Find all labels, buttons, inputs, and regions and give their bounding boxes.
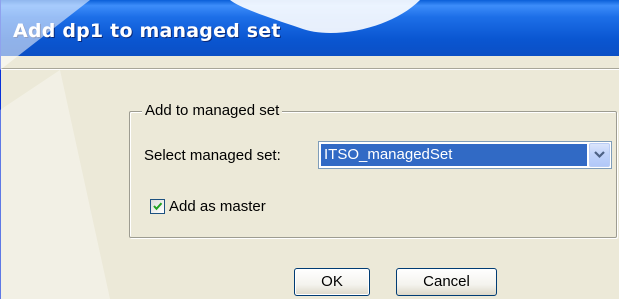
ok-button[interactable]: OK — [294, 268, 370, 296]
add-as-master-label[interactable]: Add as master — [169, 198, 266, 215]
managed-set-dropdown[interactable]: ITSO_managedSet — [318, 141, 612, 169]
screenshot-frame: Add dp1 to managed set Add to managed se… — [0, 0, 634, 299]
title-separator-highlight — [1, 69, 619, 70]
checkmark-icon — [153, 202, 163, 211]
chevron-down-icon — [594, 151, 605, 159]
add-as-master-checkbox[interactable] — [150, 199, 165, 214]
groupbox-legend: Add to managed set — [142, 102, 283, 119]
managed-set-selected-value: ITSO_managedSet — [321, 144, 587, 166]
dialog-window: Add dp1 to managed set Add to managed se… — [0, 0, 619, 299]
managed-set-groupbox — [129, 111, 617, 238]
cancel-button[interactable]: Cancel — [396, 268, 497, 296]
dropdown-button[interactable] — [589, 143, 610, 167]
title-bar[interactable]: Add dp1 to managed set — [1, 0, 619, 56]
dialog-title: Add dp1 to managed set — [13, 20, 281, 42]
select-managed-set-label: Select managed set: — [144, 147, 281, 164]
